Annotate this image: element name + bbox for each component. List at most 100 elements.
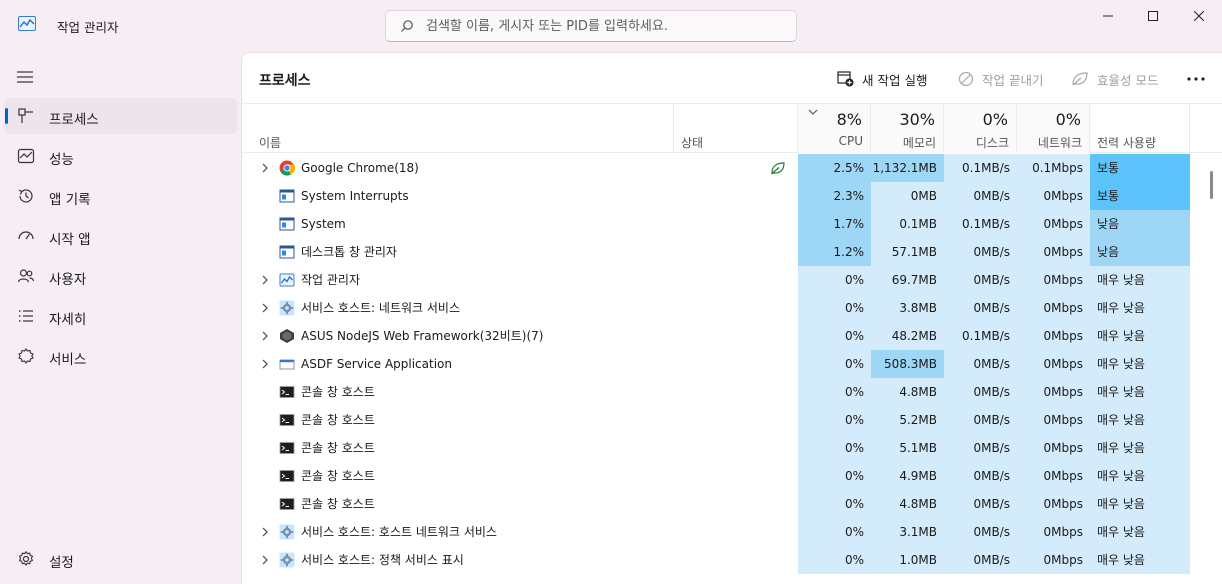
power-cell: 매우 낮음 [1090, 434, 1190, 462]
table-row[interactable]: System 1.7% 0.1MB 0.1MB/s 0Mbps 낮음 [242, 210, 1222, 238]
disk-cell: 0MB/s [944, 518, 1017, 546]
memory-cell: 4.8MB [871, 378, 944, 406]
search-box[interactable] [385, 10, 797, 42]
memory-cell: 5.1MB [871, 434, 944, 462]
column-header-disk[interactable]: 0% 디스크 [944, 104, 1017, 153]
disk-cell: 0MB/s [944, 238, 1017, 266]
table-row[interactable]: 콘솔 창 호스트 0% 5.2MB 0MB/s 0Mbps 매우 낮음 [242, 406, 1222, 434]
hamburger-menu-icon[interactable] [17, 70, 35, 84]
sidebar: 프로세스 성능 앱 기록 시작 앱 사용자 자세히 서비스 설정 [0, 52, 241, 584]
sidebar-item-details[interactable]: 자세히 [4, 298, 237, 334]
efficiency-mode-label: 효율성 모드 [1097, 72, 1159, 88]
network-cell: 0Mbps [1017, 322, 1090, 350]
column-header-power[interactable]: 전력 사용량 [1090, 104, 1190, 153]
sidebar-item-label: 자세히 [49, 312, 87, 328]
console-icon [279, 386, 295, 398]
sidebar-item-settings[interactable]: 설정 [4, 541, 237, 577]
disk-cell: 0MB/s [944, 462, 1017, 490]
efficiency-leaf-icon [771, 162, 785, 175]
cpu-total-percent: 8% [836, 110, 862, 129]
network-cell: 0Mbps [1017, 210, 1090, 238]
sidebar-item-users[interactable]: 사용자 [4, 258, 237, 294]
memory-cell: 508.3MB [871, 350, 944, 378]
column-header-network[interactable]: 0% 네트워크 [1017, 104, 1090, 153]
console-icon [279, 414, 295, 426]
search-input[interactable] [426, 15, 786, 37]
network-cell: 0Mbps [1017, 406, 1090, 434]
cpu-cell: 0% [798, 350, 871, 378]
chevron-right-icon[interactable] [261, 275, 269, 285]
table-row[interactable]: 콘솔 창 호스트 0% 4.9MB 0MB/s 0Mbps 매우 낮음 [242, 462, 1222, 490]
table-row[interactable]: 서비스 호스트: 네트워크 서비스 0% 3.8MB 0MB/s 0Mbps 매우 낮음 [242, 294, 1222, 322]
efficiency-leaf-icon [1072, 72, 1088, 86]
table-row[interactable]: System Interrupts 2.3% 0MB 0MB/s 0Mbps 보통 [242, 182, 1222, 210]
sidebar-item-startup-apps[interactable]: 시작 앱 [4, 218, 237, 254]
memory-cell: 3.8MB [871, 294, 944, 322]
chevron-right-icon[interactable] [261, 527, 269, 537]
process-name: ASUS NodeJS Web Framework(32비트)(7) [301, 329, 544, 343]
system-window-icon [279, 189, 295, 203]
table-row[interactable]: 콘솔 창 호스트 0% 4.8MB 0MB/s 0Mbps 매우 낮음 [242, 378, 1222, 406]
minimize-button[interactable] [1085, 0, 1131, 32]
network-cell: 0Mbps [1017, 350, 1090, 378]
cpu-cell: 0% [798, 294, 871, 322]
disk-cell: 0MB/s [944, 182, 1017, 210]
column-header-memory[interactable]: 30% 메모리 [871, 104, 944, 153]
table-row[interactable]: ASDF Service Application 0% 508.3MB 0MB/s 0M… [242, 350, 1222, 378]
more-options-icon [1187, 77, 1205, 81]
sidebar-item-app-history[interactable]: 앱 기록 [4, 178, 237, 214]
sidebar-item-services[interactable]: 서비스 [4, 338, 237, 374]
efficiency-mode-button[interactable]: 효율성 모드 [1071, 67, 1158, 91]
gear-icon [279, 524, 295, 540]
disk-cell: 0MB/s [944, 266, 1017, 294]
table-row[interactable]: Google Chrome(18) 2.5% 1,132.1MB 0.1MB/s 0.1… [242, 154, 1222, 182]
column-status-label: 상태 [681, 136, 704, 150]
memory-cell: 1,132.1MB [871, 154, 944, 182]
network-cell: 0.1Mbps [1017, 154, 1090, 182]
run-new-task-button[interactable]: 새 작업 실행 [837, 67, 927, 91]
power-cell: 낮음 [1090, 238, 1190, 266]
process-name: 콘솔 창 호스트 [301, 469, 375, 483]
chevron-right-icon[interactable] [261, 359, 269, 369]
close-button[interactable] [1176, 0, 1222, 32]
chevron-right-icon[interactable] [261, 331, 269, 341]
memory-cell: 4.9MB [871, 462, 944, 490]
table-row[interactable]: 서비스 호스트: 정책 서비스 표시 0% 1.0MB 0MB/s 0Mbps 매우 낮음 [242, 546, 1222, 574]
table-row[interactable]: 데스크톱 창 관리자 1.2% 57.1MB 0MB/s 0Mbps 낮음 [242, 238, 1222, 266]
disk-cell: 0MB/s [944, 406, 1017, 434]
table-row[interactable]: ASUS NodeJS Web Framework(32비트)(7) 0% 48.2… [242, 322, 1222, 350]
sidebar-item-processes[interactable]: 프로세스 [4, 98, 237, 134]
column-header-cpu[interactable]: 8% CPU [798, 104, 871, 153]
vertical-scrollbar[interactable] [1210, 171, 1213, 199]
table-row[interactable]: 콘솔 창 호스트 0% 5.1MB 0MB/s 0Mbps 매우 낮음 [242, 434, 1222, 462]
memory-cell: 0.1MB [871, 210, 944, 238]
table-row[interactable]: 작업 관리자 0% 69.7MB 0MB/s 0Mbps 매우 낮음 [242, 266, 1222, 294]
sidebar-item-performance[interactable]: 성능 [4, 138, 237, 174]
app-window-icon [279, 359, 295, 370]
power-cell: 매우 낮음 [1090, 462, 1190, 490]
column-header-name[interactable]: 이름 [242, 104, 674, 153]
console-icon [279, 442, 295, 454]
more-options-button[interactable] [1184, 69, 1208, 89]
chevron-right-icon[interactable] [261, 163, 269, 173]
disk-cell: 0MB/s [944, 490, 1017, 518]
chevron-right-icon[interactable] [261, 303, 269, 313]
chrome-icon [279, 160, 295, 176]
table-row[interactable]: 서비스 호스트: 호스트 네트워크 서비스 0% 3.1MB 0MB/s 0Mbps 매우… [242, 518, 1222, 546]
process-name: System Interrupts [301, 189, 409, 203]
maximize-button[interactable] [1130, 0, 1176, 32]
cpu-cell: 0% [798, 546, 871, 574]
end-task-button[interactable]: 작업 끝내기 [958, 67, 1043, 91]
network-cell: 0Mbps [1017, 378, 1090, 406]
startup-apps-icon [18, 231, 34, 240]
power-cell: 매우 낮음 [1090, 266, 1190, 294]
network-cell: 0Mbps [1017, 434, 1090, 462]
memory-cell: 5.2MB [871, 406, 944, 434]
system-window-icon [279, 217, 295, 231]
disk-cell: 0MB/s [944, 294, 1017, 322]
end-task-label: 작업 끝내기 [982, 72, 1044, 88]
chevron-right-icon[interactable] [261, 555, 269, 565]
table-row[interactable]: 콘솔 창 호스트 0% 4.8MB 0MB/s 0Mbps 매우 낮음 [242, 490, 1222, 518]
column-header-status[interactable]: 상태 [674, 104, 798, 153]
settings-gear-icon [18, 550, 34, 566]
